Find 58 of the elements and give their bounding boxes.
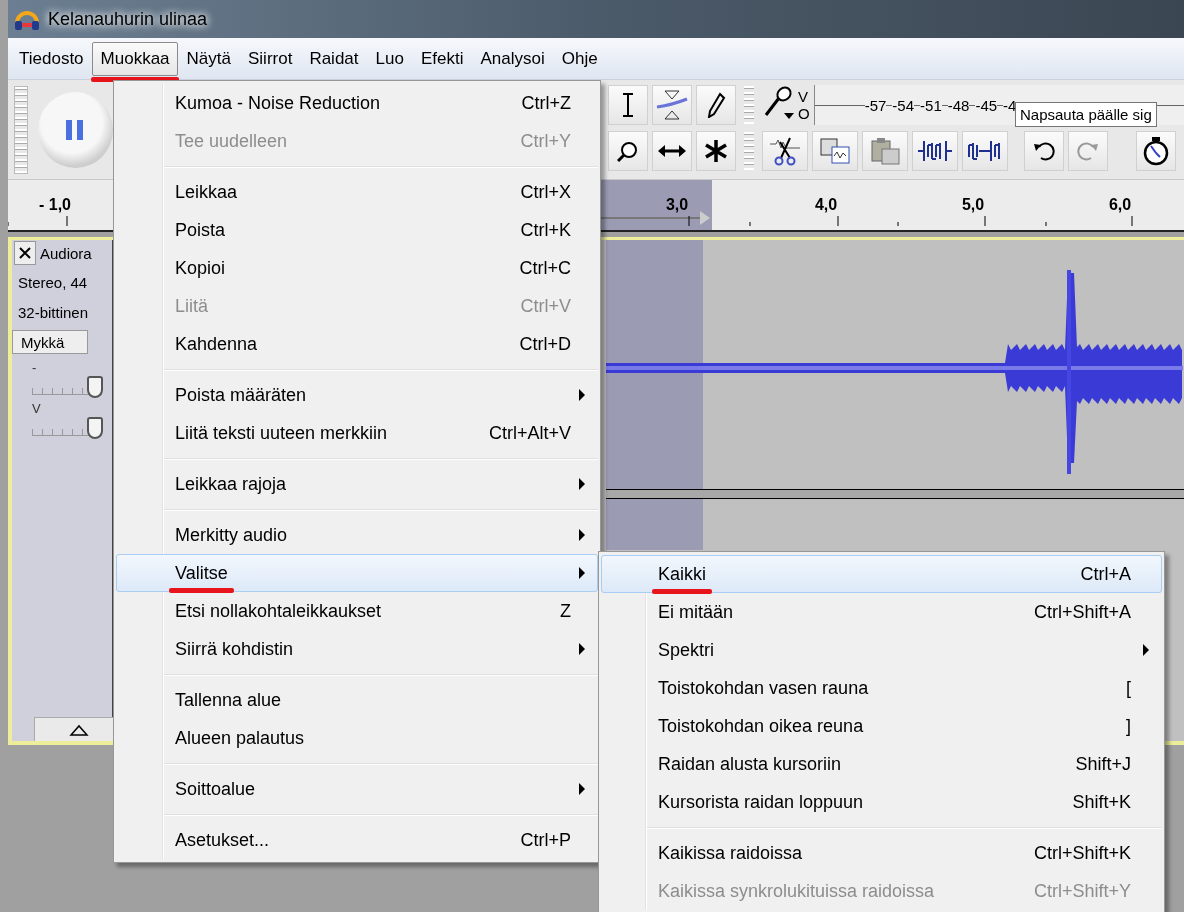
shortcut-label: ]: [1126, 715, 1131, 737]
menu-item-label: Valitse: [175, 562, 228, 584]
track-info: 32-bittinen: [17, 303, 90, 323]
shortcut-label: Ctrl+Shift+Y: [1033, 880, 1131, 902]
channel-label: V: [798, 88, 809, 105]
shortcut-label: Ctrl+Z: [521, 92, 571, 114]
shortcut-label: Shift+K: [1072, 791, 1131, 813]
menu-item-label: Leikkaa: [175, 181, 238, 203]
menu-item-label: Siirrä kohdistin: [175, 638, 294, 660]
tooltip: Napsauta päälle sig: [1015, 102, 1157, 127]
menu-item-label: Kahdenna: [175, 333, 258, 355]
menu-item-label: Kaikissa raidoissa: [658, 842, 803, 864]
menu-item-label: Tallenna alue: [175, 689, 282, 711]
menu-item-label: Raidan alusta kursoriin: [658, 753, 842, 775]
shortcut-label: Ctrl+K: [520, 219, 571, 241]
menu-item-label: Poista määräten: [175, 384, 307, 406]
menu-item-label: Liitä teksti uuteen merkkiin: [175, 422, 388, 444]
menu-item-label: Toistokohdan oikea reuna: [658, 715, 864, 737]
shortcut-label: Ctrl+A: [1080, 563, 1131, 585]
ruler-label: - 1,0: [39, 196, 71, 213]
shortcut-label: Ctrl+C: [519, 257, 571, 279]
shortcut-label: Ctrl+Shift+K: [1033, 842, 1131, 864]
shortcut-label: Shift+J: [1075, 753, 1131, 775]
menu-item-label: Poista: [175, 219, 226, 241]
ruler-label: 5,0: [961, 196, 985, 213]
channel-label: O: [798, 105, 810, 122]
ruler-label: 4,0: [814, 196, 838, 213]
shortcut-label: Ctrl+D: [519, 333, 571, 355]
menu-item-label: Kursorista raidan loppuun: [658, 791, 864, 813]
menu-item-label: Liitä: [175, 295, 209, 317]
track-info: Stereo, 44: [17, 273, 89, 293]
menu-item-label: Toistokohdan vasen rauna: [658, 677, 869, 699]
menu-item-label: Ei mitään: [658, 601, 734, 623]
shortcut-label: Ctrl+Y: [520, 130, 571, 152]
shortcut-label: Ctrl+Alt+V: [488, 422, 571, 444]
menu-item-label: Alueen palautus: [175, 727, 305, 749]
menu-item-label: Merkitty audio: [175, 524, 288, 546]
ruler-label: 3,0: [665, 196, 689, 213]
menu-item-label: Leikkaa rajoja: [175, 473, 287, 495]
shortcut-label: Z: [560, 600, 571, 622]
shortcut-label: [: [1126, 677, 1131, 699]
window-title: Kelanauhurin ulinaa: [48, 8, 208, 30]
menu-item-label: Tee uudelleen: [175, 130, 288, 152]
slider-label: V: [32, 403, 42, 415]
ruler-label: 6,0: [1108, 196, 1132, 213]
shortcut-label: Ctrl+Shift+A: [1033, 601, 1131, 623]
menu-item-label: Kaikki: [658, 563, 706, 585]
menu-item-label: Kaikissa synkrolukituissa raidoissa: [658, 880, 935, 902]
menu-item-label: Etsi nollakohtaleikkaukset: [175, 600, 382, 622]
slider-label: -: [32, 362, 38, 374]
shortcut-label: Ctrl+P: [520, 829, 571, 851]
menu-item-label: Spektri: [658, 639, 715, 661]
menu-item-label: Kumoa - Noise Reduction: [175, 92, 381, 114]
menu-item-label: Soittoalue: [175, 778, 256, 800]
shortcut-label: Ctrl+X: [520, 181, 571, 203]
menu-item-label: Asetukset...: [175, 829, 270, 851]
menu-item-label: Kopioi: [175, 257, 226, 279]
shortcut-label: Ctrl+V: [520, 295, 571, 317]
